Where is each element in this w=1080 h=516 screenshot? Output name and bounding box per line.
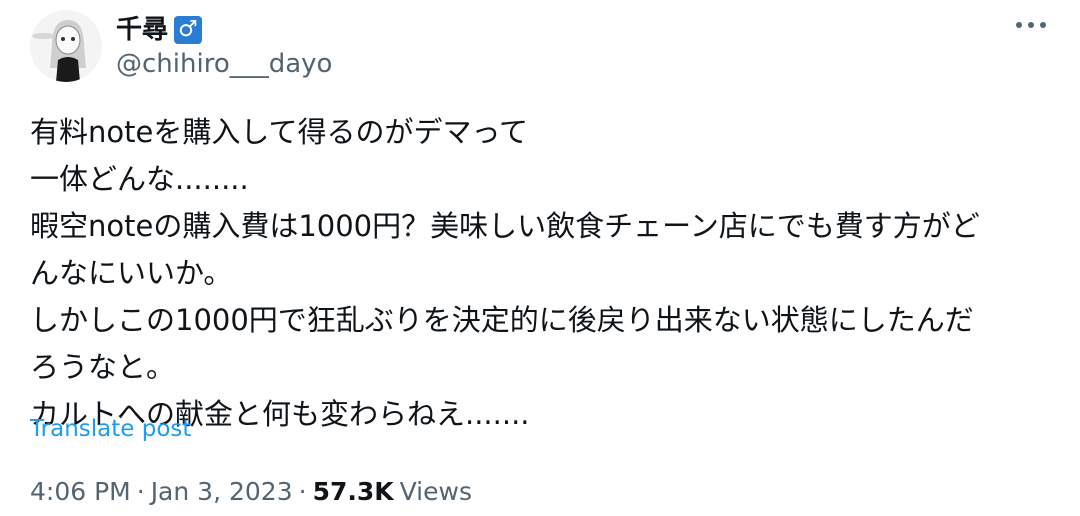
post-date[interactable]: Jan 3, 2023: [151, 476, 293, 508]
male-sign-icon: ♂: [174, 16, 203, 44]
meta-separator: ·: [136, 477, 145, 506]
post-line: しかしこの1000円で狂乱ぶりを決定的に後戻り出来ない状態にしたんだ: [30, 303, 974, 337]
post-line: 一体どんな........: [30, 162, 249, 196]
dot: [1040, 22, 1046, 28]
translate-post-link[interactable]: Translate post: [30, 414, 191, 444]
post-line: 有料noteを購入して得るのがデマって: [30, 115, 529, 149]
author-name-row[interactable]: 千尋 ♂: [116, 14, 203, 46]
dot: [1016, 22, 1022, 28]
more-options-icon[interactable]: [1016, 18, 1046, 32]
post-line: ろうなと。: [30, 350, 176, 384]
post-time[interactable]: 4:06 PM: [30, 476, 131, 508]
display-name[interactable]: 千尋: [116, 14, 168, 46]
post-line: んなにいいか。: [30, 256, 233, 290]
post-line: 暇空noteの購入費は1000円？美味しい飲食チェーン店にでも費す方がど: [30, 209, 980, 243]
avatar[interactable]: [30, 10, 102, 82]
views-count[interactable]: 57.3K: [313, 476, 394, 508]
user-handle[interactable]: @chihiro___dayo: [116, 48, 332, 80]
avatar-image: [30, 10, 102, 82]
views-label[interactable]: Views: [400, 476, 472, 508]
dot: [1028, 22, 1034, 28]
post-text: 有料noteを購入して得るのがデマって 一体どんな........ 暇空note…: [30, 109, 1050, 438]
meta-separator: ·: [298, 477, 307, 506]
post-meta: 4:06 PM · Jan 3, 2023 · 57.3K Views: [30, 476, 472, 508]
